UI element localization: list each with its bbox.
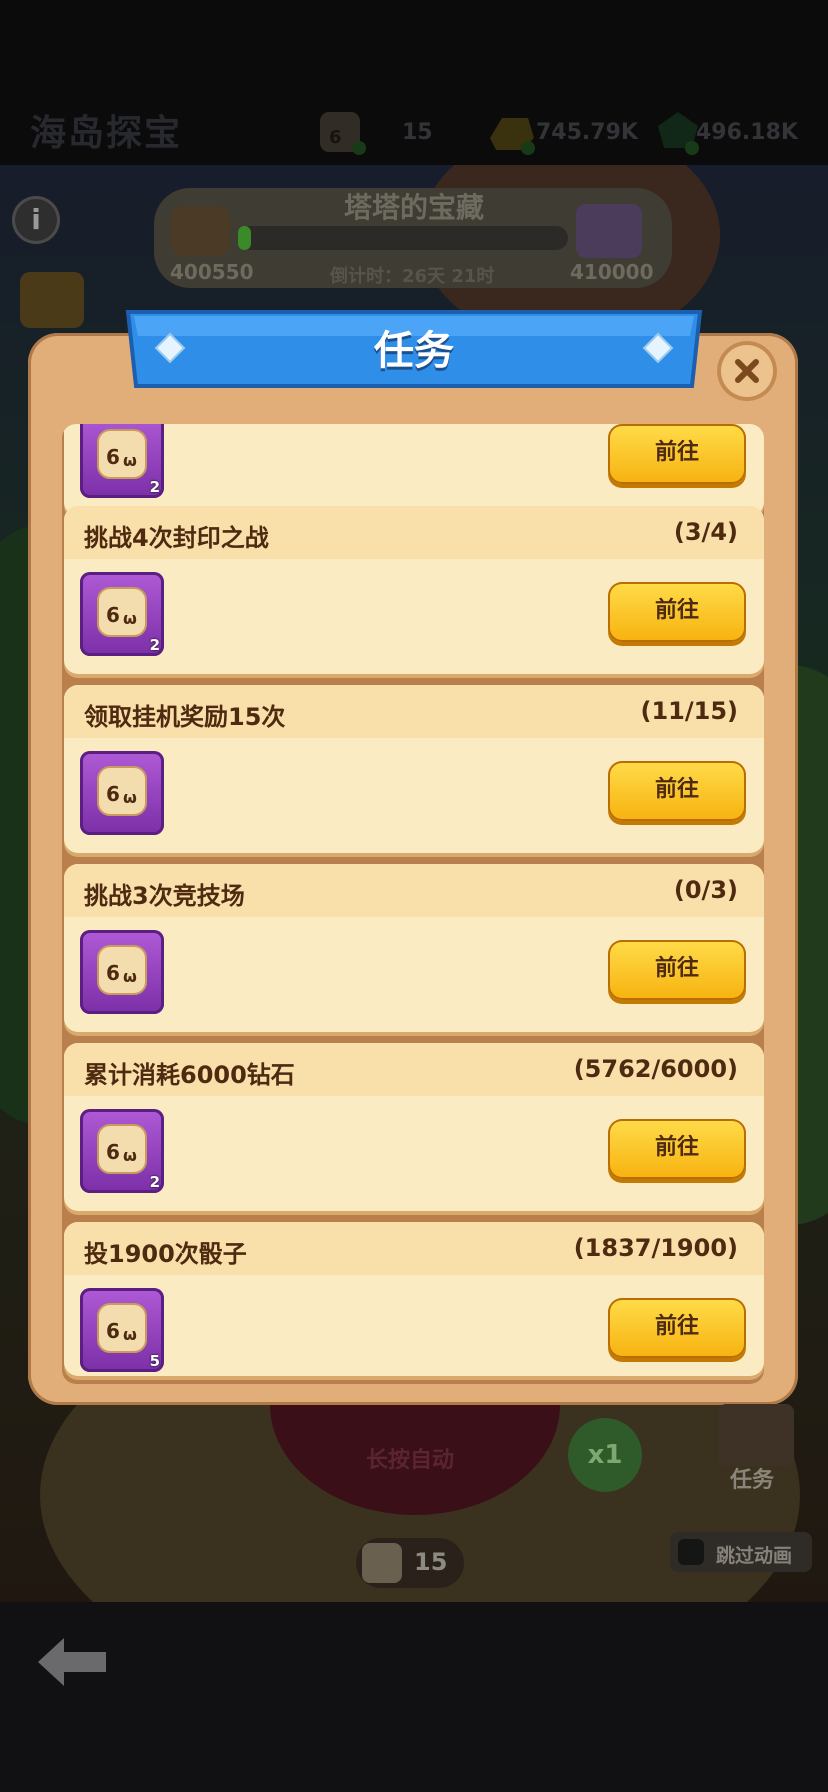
multiplier-button[interactable]: x1 [568, 1418, 642, 1492]
svg-text:ω: ω [123, 788, 137, 807]
dice-icon: 6ω [97, 429, 147, 479]
compass-chest-icon [170, 206, 230, 256]
reward-count: 2 [149, 1173, 160, 1191]
dice-icon: 6ω [97, 1124, 147, 1174]
dice-icon: 6ω [97, 945, 147, 995]
task-header: 投1900次骰子 (1837/1900) [64, 1222, 764, 1275]
dice-icon [362, 1543, 402, 1583]
treasure-chest-icon [576, 204, 642, 258]
auto-roll-label[interactable]: 长按自动 [350, 1442, 470, 1474]
task-progress: (3/4) [673, 518, 738, 546]
back-arrow-icon[interactable] [34, 1634, 110, 1690]
reward-slot: 6ω 2 [80, 424, 164, 498]
task-progress: (11/15) [640, 697, 739, 725]
system-nav-bar [0, 1602, 828, 1792]
svg-text:ω: ω [123, 1146, 137, 1165]
svg-text:ω: ω [123, 1325, 137, 1344]
event-countdown: 倒计时：26天 21时 [330, 266, 495, 287]
trophy-icon[interactable] [20, 272, 84, 328]
task-item: 领取挂机奖励15次 (11/15) 6ω 前往 [64, 685, 764, 853]
reward-count: 2 [149, 636, 160, 654]
task-header: 领取挂机奖励15次 (11/15) [64, 685, 764, 738]
task-name: 挑战3次竞技场 [84, 882, 245, 910]
event-left-score: 400550 [170, 260, 254, 284]
go-button[interactable]: 前往 [608, 1119, 746, 1179]
task-name: 投1900次骰子 [84, 1240, 247, 1268]
task-progress: (5762/6000) [573, 1055, 738, 1083]
event-right-score: 410000 [570, 260, 654, 284]
task-item: 6ω 2 前往 [64, 424, 764, 516]
reward-slot: 6ω [80, 751, 164, 835]
close-button[interactable] [717, 341, 777, 401]
go-button[interactable]: 前往 [608, 582, 746, 642]
svg-text:6: 6 [106, 603, 120, 627]
task-item: 挑战4次封印之战 (3/4) 6ω 2 前往 [64, 506, 764, 674]
task-item: 投1900次骰子 (1837/1900) 6ω 5 前往 [64, 1222, 764, 1376]
dice-icon: 6ω [97, 1303, 147, 1353]
reward-slot: 6ω 2 [80, 1109, 164, 1193]
task-header: 挑战3次竞技场 (0/3) [64, 864, 764, 917]
svg-text:ω: ω [123, 609, 137, 628]
svg-text:6: 6 [106, 445, 120, 469]
reward-slot: 6ω 5 [80, 1288, 164, 1372]
svg-text:6: 6 [106, 1140, 120, 1164]
reward-count: 2 [149, 478, 160, 496]
reward-slot: 6ω [80, 930, 164, 1014]
task-item: 累计消耗6000钻石 (5762/6000) 6ω 2 前往 [64, 1043, 764, 1211]
task-progress: (0/3) [673, 876, 738, 904]
task-name: 领取挂机奖励15次 [84, 703, 286, 731]
dice-count: 15 [414, 1548, 448, 1576]
svg-text:6: 6 [106, 782, 120, 806]
skip-animation-label: 跳过动画 [716, 1545, 793, 1567]
go-button[interactable]: 前往 [608, 940, 746, 1000]
task-name: 累计消耗6000钻石 [84, 1061, 295, 1089]
close-icon [735, 359, 759, 383]
skip-animation-toggle[interactable]: 跳过动画 [670, 1532, 812, 1572]
svg-text:ω: ω [123, 451, 137, 470]
checkbox[interactable] [678, 1539, 704, 1565]
svg-text:6: 6 [106, 1319, 120, 1343]
svg-text:ω: ω [123, 967, 137, 986]
task-header: 累计消耗6000钻石 (5762/6000) [64, 1043, 764, 1096]
task-header: 挑战4次封印之战 (3/4) [64, 506, 764, 559]
svg-text:6: 6 [106, 961, 120, 985]
task-progress: (1837/1900) [573, 1234, 738, 1262]
go-button[interactable]: 前往 [608, 1298, 746, 1358]
dice-icon: 6ω [97, 766, 147, 816]
bottom-dice-counter: 15 [356, 1538, 464, 1588]
task-item: 挑战3次竞技场 (0/3) 6ω 前往 [64, 864, 764, 1032]
event-progress-fill [238, 226, 252, 250]
go-button[interactable]: 前往 [608, 761, 746, 821]
dice-icon: 6ω [97, 587, 147, 637]
tasks-label[interactable]: 任务 [730, 1462, 774, 1494]
event-progress-bar [238, 226, 568, 250]
modal-title: 任务 [374, 328, 454, 374]
reward-count: 5 [149, 1352, 160, 1370]
event-title: 塔塔的宝藏 [343, 191, 484, 224]
info-icon[interactable]: i [12, 196, 60, 244]
reward-slot: 6ω 2 [80, 572, 164, 656]
task-name: 挑战4次封印之战 [84, 524, 269, 552]
go-button[interactable]: 前往 [608, 424, 746, 484]
task-book-icon[interactable] [718, 1404, 794, 1466]
